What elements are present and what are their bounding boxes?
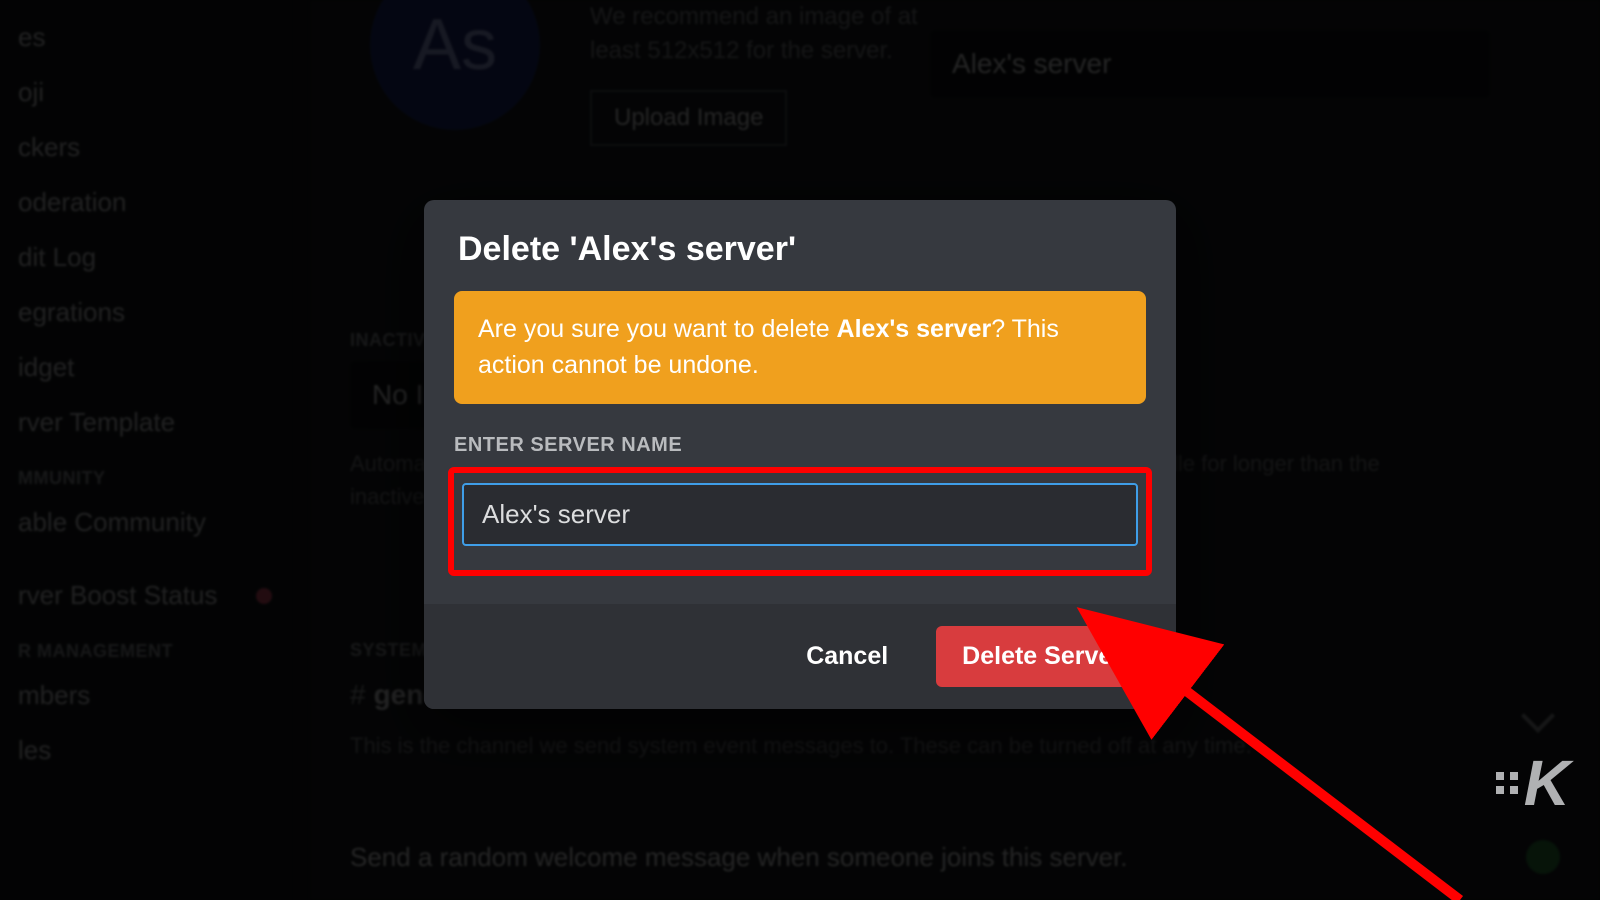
annotation-highlight-box (448, 467, 1152, 576)
delete-server-modal: Delete 'Alex's server' Are you sure you … (424, 200, 1176, 709)
warning-server-name: Alex's server (837, 315, 992, 343)
warning-banner: Are you sure you want to delete Alex's s… (454, 291, 1146, 404)
modal-title: Delete 'Alex's server' (424, 200, 1176, 291)
cancel-button[interactable]: Cancel (788, 630, 906, 683)
warning-text-prefix: Are you sure you want to delete (478, 315, 837, 343)
watermark-letter: K (1524, 746, 1566, 820)
watermark-logo: K (1496, 746, 1566, 820)
modal-footer: Cancel Delete Server (424, 604, 1176, 709)
watermark-dots-icon (1496, 772, 1518, 794)
server-name-confirm-input[interactable] (462, 483, 1138, 546)
enter-server-name-label: ENTER SERVER NAME (454, 434, 1146, 457)
delete-server-button[interactable]: Delete Server (936, 626, 1148, 687)
